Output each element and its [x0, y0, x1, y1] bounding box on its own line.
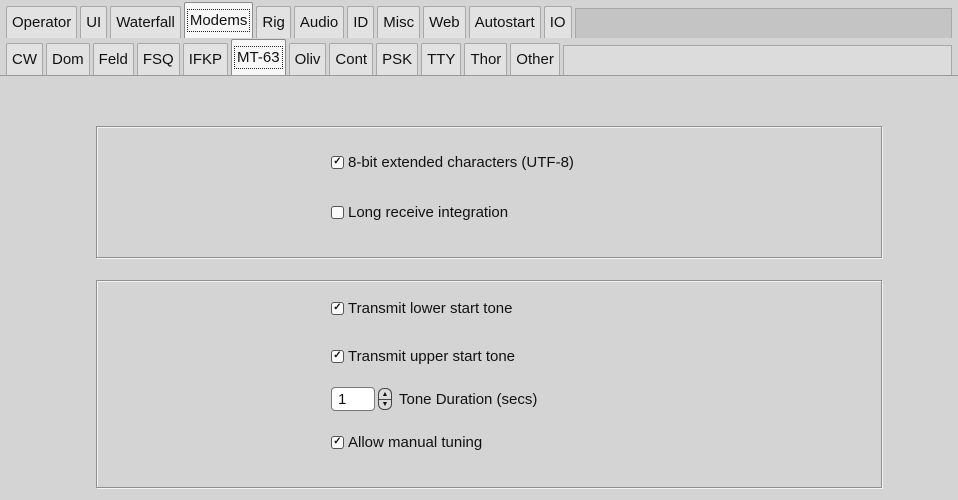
upper-tone-option[interactable]: ✓ Transmit upper start tone: [331, 345, 515, 367]
utf8-label: 8-bit extended characters (UTF-8): [348, 153, 574, 171]
tone-duration-spinner[interactable]: ▲ ▼: [377, 387, 393, 411]
manual-tuning-option[interactable]: ✓ Allow manual tuning: [331, 431, 482, 453]
spin-down-icon[interactable]: ▼: [378, 399, 392, 410]
long-integration-checkbox[interactable]: [331, 205, 344, 219]
main-tab-ui[interactable]: UI: [80, 6, 108, 38]
main-tab-bar: Operator UI Waterfall Modems Rig Audio ID Misc W…: [0, 0, 958, 38]
main-tab-id[interactable]: ID: [347, 6, 375, 38]
modem-tab-mt-63[interactable]: MT-63: [231, 39, 286, 75]
tone-duration-label: Tone Duration (secs): [399, 390, 538, 408]
main-tab-operator[interactable]: Operator: [6, 6, 78, 38]
manual-tuning-checkbox[interactable]: ✓: [331, 435, 344, 449]
main-tab-label: Misc: [383, 14, 415, 31]
modem-tab-label: PSK: [382, 51, 413, 68]
main-tab-io[interactable]: IO: [543, 6, 572, 38]
modem-tab-label: Other: [516, 51, 554, 68]
lower-tone-label: Transmit lower start tone: [348, 299, 513, 317]
modem-tab-dom[interactable]: Dom: [46, 43, 90, 75]
modem-tab-other[interactable]: Other: [510, 43, 560, 75]
main-tab-label: ID: [353, 14, 369, 31]
modem-tab-cw[interactable]: CW: [6, 43, 43, 75]
main-tab-label: Operator: [12, 14, 72, 31]
utf8-option[interactable]: ✓ 8-bit extended characters (UTF-8): [331, 151, 574, 173]
modem-tab-strip: CW Dom Feld FSQ IFKP MT-63 Oliv Cont PSK TTY Thor O…: [0, 38, 560, 75]
main-tab-waterfall[interactable]: Waterfall: [110, 6, 181, 38]
main-tab-audio[interactable]: Audio: [293, 6, 345, 38]
main-tab-label: Autostart: [474, 14, 535, 31]
utf8-checkbox[interactable]: ✓: [331, 155, 344, 169]
modem-tab-tty[interactable]: TTY: [421, 43, 462, 75]
modem-tab-filler: [562, 45, 952, 75]
start-tone-group: ✓ Transmit lower start tone ✓ Transmit u…: [96, 280, 882, 488]
upper-tone-checkbox[interactable]: ✓: [331, 349, 344, 363]
main-tab-label: Rig: [262, 14, 285, 31]
character-options-group: ✓ 8-bit extended characters (UTF-8) Long…: [96, 126, 882, 258]
modem-tab-fsq[interactable]: FSQ: [136, 43, 180, 75]
modem-tab-label: TTY: [427, 51, 456, 68]
spin-up-icon[interactable]: ▲: [378, 388, 392, 399]
upper-tone-label: Transmit upper start tone: [348, 347, 516, 365]
modem-tab-oliv[interactable]: Oliv: [288, 43, 327, 75]
modem-tab-thor[interactable]: Thor: [464, 43, 508, 75]
main-tab-autostart[interactable]: Autostart: [468, 6, 541, 38]
main-tab-strip: Operator UI Waterfall Modems Rig Audio ID Misc W…: [0, 0, 572, 38]
modem-tab-label: Dom: [52, 51, 84, 68]
modem-tab-label: Feld: [98, 51, 128, 68]
long-integration-option[interactable]: Long receive integration: [331, 201, 508, 223]
main-tab-label: Audio: [299, 14, 339, 31]
modem-tab-label: FSQ: [142, 51, 174, 68]
main-tab-rig[interactable]: Rig: [256, 6, 291, 38]
modem-tab-label: CW: [12, 51, 37, 68]
main-tab-label: IO: [549, 14, 566, 31]
main-tab-misc[interactable]: Misc: [377, 6, 421, 38]
long-integration-label: Long receive integration: [348, 203, 509, 221]
main-tab-label: Web: [429, 14, 460, 31]
modem-tab-ifkp[interactable]: IFKP: [182, 43, 229, 75]
tone-duration-control: 1 ▲ ▼ Tone Duration (secs): [331, 385, 537, 413]
modem-tab-cont[interactable]: Cont: [329, 43, 374, 75]
main-tab-label: UI: [86, 14, 102, 31]
tone-duration-input[interactable]: 1: [331, 387, 375, 411]
modem-tab-label: Cont: [335, 51, 368, 68]
main-tab-label: Waterfall: [116, 14, 175, 31]
modem-tab-psk[interactable]: PSK: [376, 43, 419, 75]
modem-tab-label: IFKP: [188, 51, 223, 68]
main-tab-modems[interactable]: Modems: [183, 2, 254, 38]
main-tab-filler: [574, 8, 952, 38]
modem-tab-label: Thor: [470, 51, 502, 68]
manual-tuning-label: Allow manual tuning: [348, 433, 483, 451]
modem-tab-bar: CW Dom Feld FSQ IFKP MT-63 Oliv Cont PSK TTY Thor O…: [0, 38, 958, 76]
modem-tab-label: Oliv: [294, 51, 321, 68]
lower-tone-option[interactable]: ✓ Transmit lower start tone: [331, 297, 513, 319]
modem-tab-label: MT-63: [234, 46, 283, 69]
lower-tone-checkbox[interactable]: ✓: [331, 301, 344, 315]
main-tab-label: Modems: [186, 9, 251, 32]
main-tab-web[interactable]: Web: [423, 6, 466, 38]
modem-tab-feld[interactable]: Feld: [92, 43, 134, 75]
